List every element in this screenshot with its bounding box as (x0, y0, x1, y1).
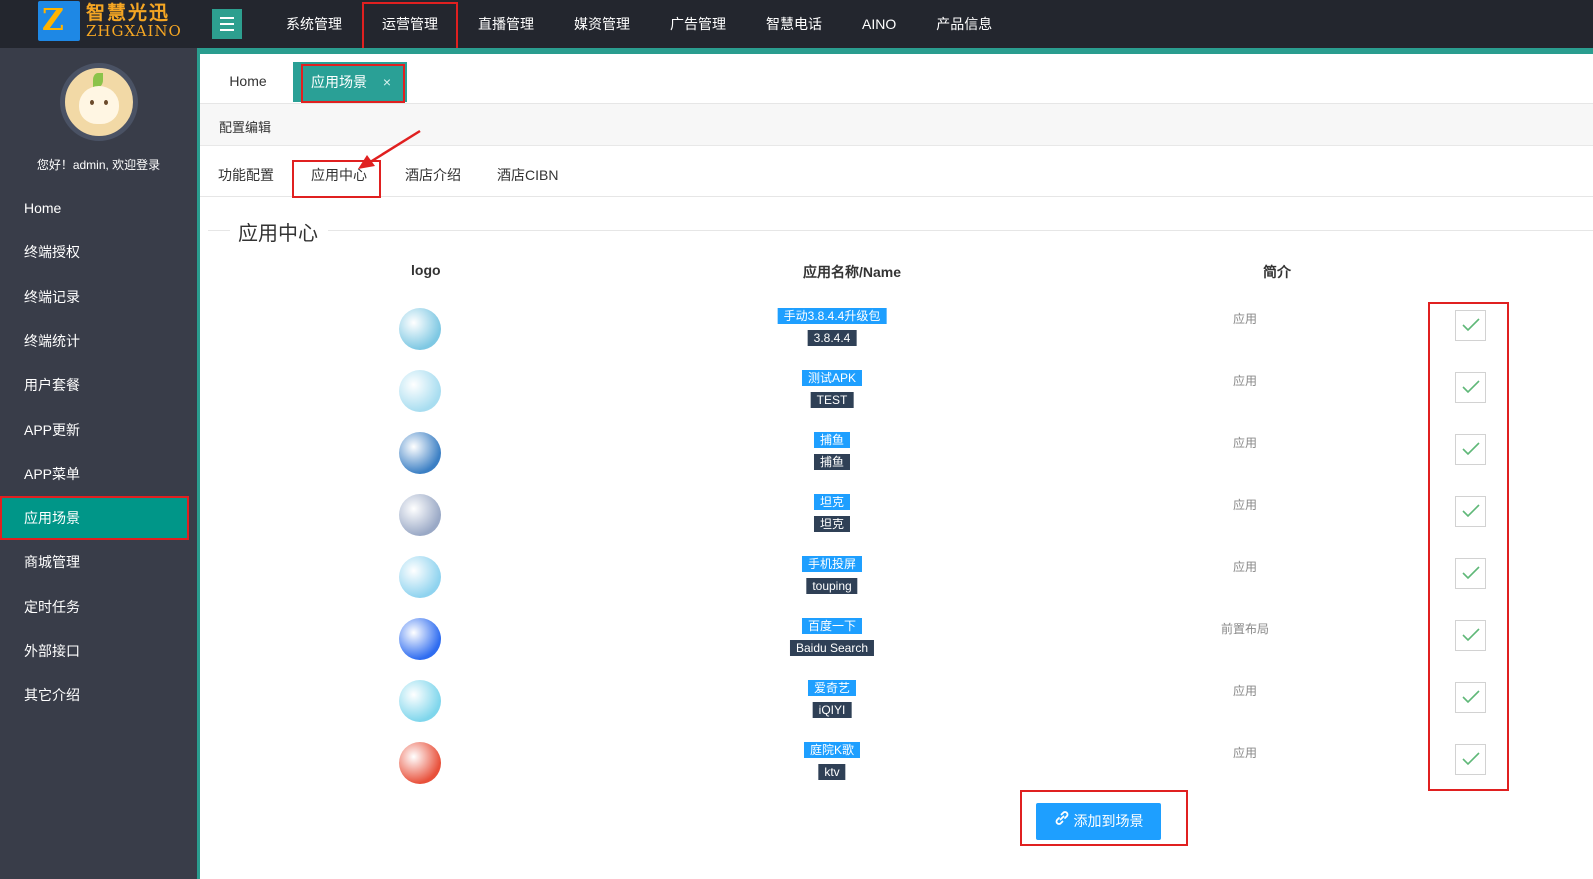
hamburger-icon (220, 17, 234, 19)
app-code-badge: 坦克 (813, 516, 851, 532)
nav-item-aino[interactable]: AINO (842, 0, 916, 48)
top-nav: 系统管理 运营管理 直播管理 媒资管理 广告管理 智慧电话 AINO 产品信息 (266, 0, 1012, 56)
app-code-badge: TEST (810, 392, 854, 408)
app-description: 前置布局 (1221, 622, 1270, 636)
annotation-box (1428, 302, 1509, 791)
nav-item-media[interactable]: 媒资管理 (554, 0, 650, 48)
brand-name-cn: 智慧光迅 (86, 2, 171, 24)
sidebar-item-app-update[interactable]: APP更新 (0, 408, 189, 452)
menu-toggle-button[interactable] (212, 9, 242, 39)
app-name-badge: 庭院K歌 (803, 742, 861, 758)
app-name-badge: 测试APK (801, 370, 863, 386)
brand-mark-icon: Z (38, 1, 80, 41)
app-name-badge: 捕鱼 (813, 432, 851, 448)
nav-item-phone[interactable]: 智慧电话 (746, 0, 842, 48)
app-code-badge: iQIYI (812, 702, 852, 718)
app-logo-icon (399, 742, 441, 784)
column-header-name: 应用名称/Name (803, 264, 902, 280)
brand-name-en: ZHGXAINO (86, 21, 182, 40)
app-logo-icon (399, 556, 441, 598)
app-description: 应用 (1233, 374, 1258, 388)
sidebar-item-app-menu[interactable]: APP菜单 (0, 452, 189, 496)
sidebar-item-scheduled-tasks[interactable]: 定时任务 (0, 585, 189, 629)
app-logo-icon (399, 494, 441, 536)
column-header-logo: logo (411, 262, 441, 278)
app-name-badge: 手机投屏 (801, 556, 863, 572)
sidebar-item-user-plans[interactable]: 用户套餐 (0, 363, 189, 407)
app-code-badge: ktv (818, 764, 846, 780)
app-description: 应用 (1233, 436, 1258, 450)
app-logo-icon (399, 308, 441, 350)
app-description: 应用 (1233, 684, 1258, 698)
nav-item-live[interactable]: 直播管理 (458, 0, 554, 48)
app-logo-icon (399, 432, 441, 474)
app-description: 应用 (1233, 312, 1258, 326)
avatar[interactable] (60, 63, 138, 141)
app-description: 应用 (1233, 498, 1258, 512)
app-name-badge: 手动3.8.4.4升级包 (777, 308, 887, 324)
nav-item-ads[interactable]: 广告管理 (650, 0, 746, 48)
sidebar-item-app-scene[interactable]: 应用场景 (0, 496, 189, 540)
tab-bar (200, 54, 1593, 104)
add-to-scene-button[interactable]: 添加到场景 (1036, 803, 1161, 840)
app-code-badge: touping (806, 578, 858, 594)
brand-logo[interactable]: Z 智慧光迅 ZHGXAINO (38, 0, 182, 42)
app-code-badge: Baidu Search (789, 640, 875, 656)
subtab-function-config[interactable]: 功能配置 (218, 165, 274, 185)
nav-item-product[interactable]: 产品信息 (916, 0, 1012, 48)
app-code-badge: 捕鱼 (813, 454, 851, 470)
tab-app-scene[interactable]: 应用场景 × (293, 62, 407, 103)
app-logo-icon (399, 618, 441, 660)
sidebar-item-external-api[interactable]: 外部接口 (0, 629, 189, 673)
app-description: 应用 (1233, 560, 1258, 574)
app-logo-icon (399, 370, 441, 412)
subtab-hotel-cibn[interactable]: 酒店CIBN (497, 165, 558, 185)
app-name-badge: 坦克 (813, 494, 851, 510)
sidebar-item-mall[interactable]: 商城管理 (0, 540, 189, 584)
welcome-text: 您好！admin, 欢迎登录 (36, 158, 161, 172)
app-name-badge: 爱奇艺 (807, 680, 857, 696)
sidebar-item-terminal-records[interactable]: 终端记录 (0, 275, 189, 319)
link-icon (1054, 803, 1070, 840)
app-name-badge: 百度一下 (801, 618, 863, 634)
annotation-arrow-icon (358, 129, 421, 169)
nav-item-operations[interactable]: 运营管理 (362, 0, 458, 56)
sidebar-item-terminal-stats[interactable]: 终端统计 (0, 319, 189, 363)
breadcrumb: 配置编辑 (219, 120, 272, 135)
close-icon[interactable]: × (383, 62, 391, 102)
sidebar-item-home[interactable]: Home (0, 186, 189, 230)
app-code-badge: 3.8.4.4 (807, 330, 857, 346)
tab-home[interactable]: Home (212, 62, 284, 100)
section-title: 应用中心 (238, 223, 318, 245)
app-logo-icon (399, 680, 441, 722)
sidebar-item-other[interactable]: 其它介绍 (0, 673, 189, 717)
app-description: 应用 (1233, 746, 1258, 760)
nav-item-system[interactable]: 系统管理 (266, 0, 362, 48)
sidebar-item-terminal-auth[interactable]: 终端授权 (0, 230, 189, 274)
column-header-desc: 简介 (1263, 264, 1291, 280)
